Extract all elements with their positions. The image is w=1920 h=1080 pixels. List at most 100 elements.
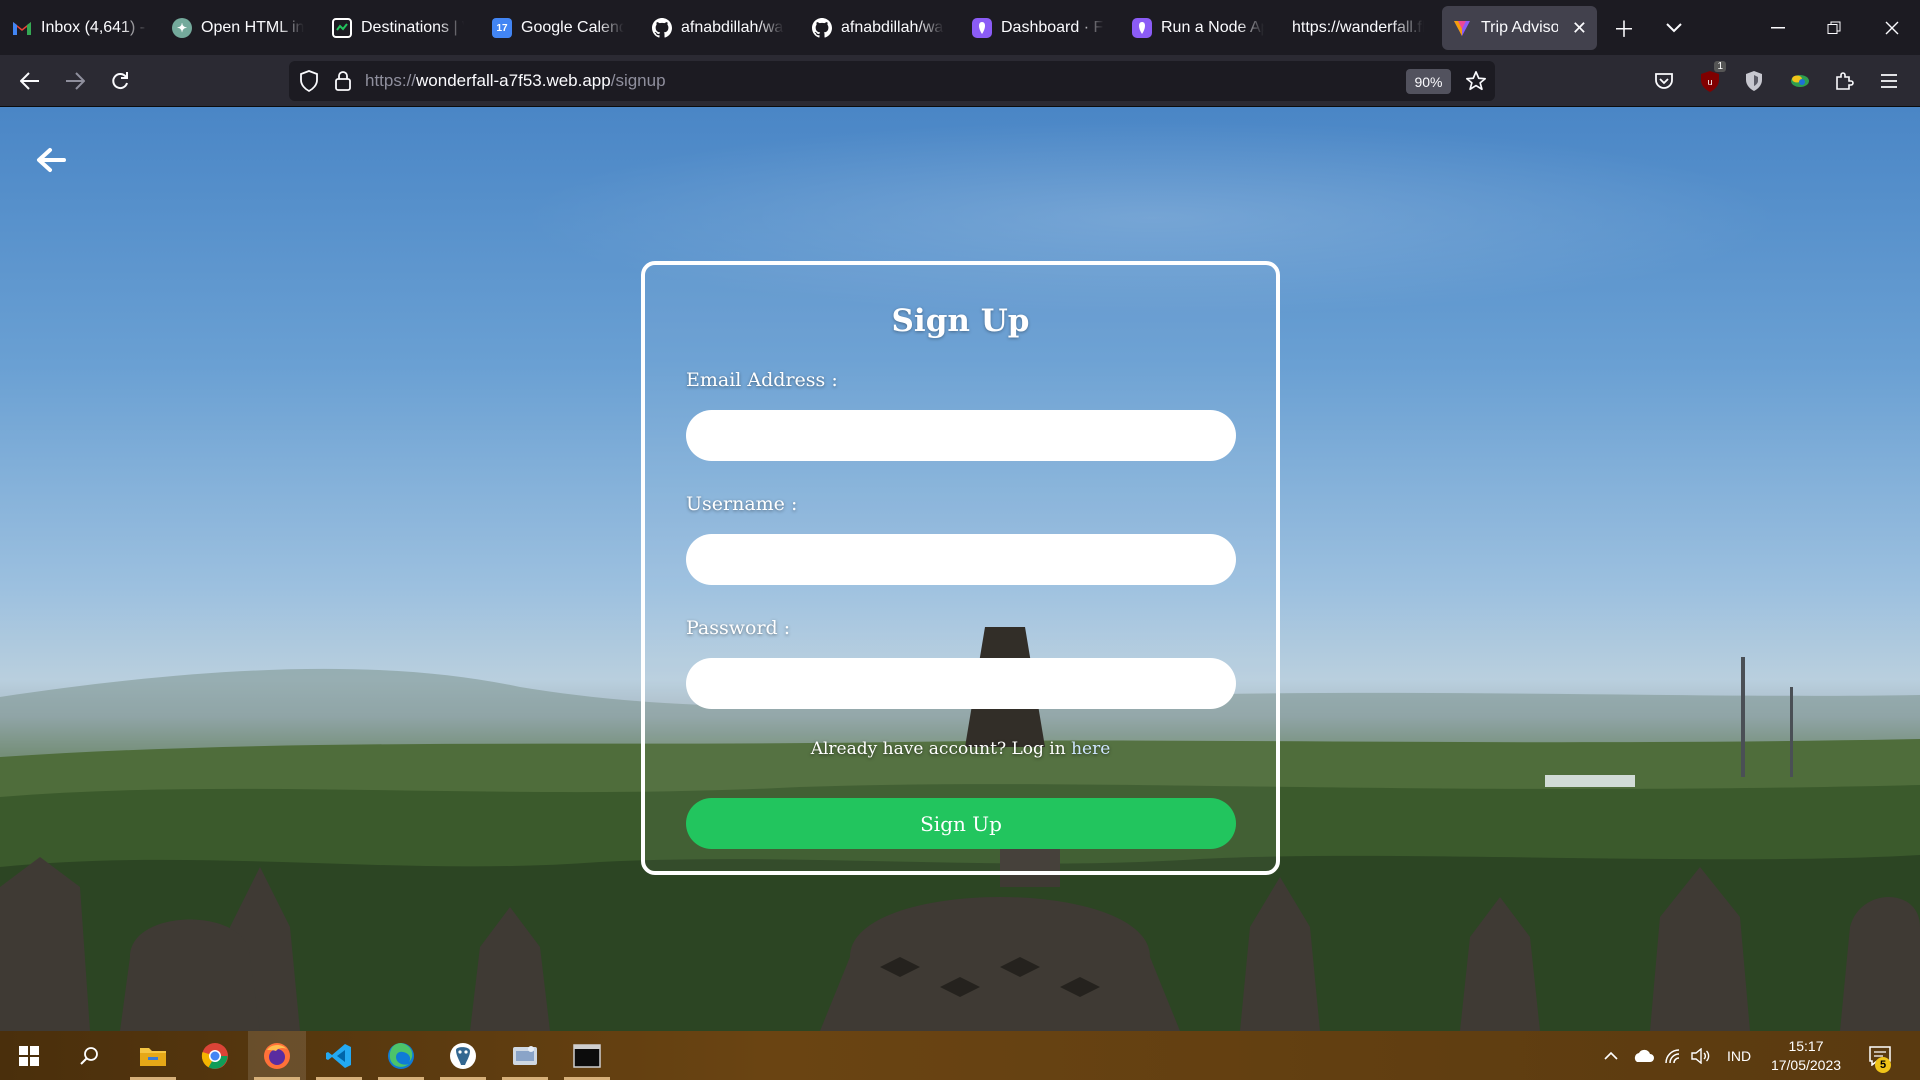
- zoom-level-badge[interactable]: 90%: [1406, 69, 1451, 94]
- restore-icon: [1827, 21, 1841, 34]
- email-field[interactable]: [686, 410, 1236, 461]
- ublock-origin-icon: u: [1701, 71, 1719, 92]
- tab-title: afnabdillah/wan: [841, 19, 944, 36]
- edge-icon: [388, 1042, 414, 1069]
- forward-button[interactable]: [57, 63, 93, 99]
- tab-fly-node-app[interactable]: Run a Node App: [1122, 6, 1274, 50]
- tracking-protection-shield-icon[interactable]: [297, 69, 321, 93]
- vscode-icon: [326, 1043, 351, 1068]
- pgadmin-button[interactable]: [434, 1031, 492, 1080]
- login-link[interactable]: here: [1071, 739, 1110, 759]
- firefox-icon: [264, 1042, 290, 1069]
- tab-github-2[interactable]: afnabdillah/wan: [802, 6, 954, 50]
- ublock-origin-button[interactable]: u 1: [1694, 61, 1726, 97]
- postgres-icon: [450, 1042, 476, 1069]
- app-icon: [332, 18, 352, 38]
- arrow-right-icon: [66, 72, 85, 90]
- puzzle-piece-icon: [1836, 72, 1854, 90]
- navigation-toolbar: https://wonderfall-a7f53.web.app/signup …: [0, 55, 1920, 107]
- url-host: wonderfall-a7f53.web.app: [416, 71, 611, 90]
- file-explorer-button[interactable]: [124, 1031, 182, 1080]
- pocket-button[interactable]: [1648, 65, 1680, 97]
- gmail-icon: [12, 18, 32, 38]
- close-tab-icon[interactable]: ✕: [1572, 18, 1587, 39]
- tab-fly-dashboard[interactable]: Dashboard · Fly: [962, 6, 1114, 50]
- clock[interactable]: 15:17 17/05/2023: [1768, 1037, 1844, 1075]
- tab-github-1[interactable]: afnabdillah/wan: [642, 6, 794, 50]
- password-label: Password :: [686, 617, 791, 639]
- login-prompt-text: Already have account? Log in: [810, 739, 1066, 759]
- tab-trip-advisor[interactable]: Trip Advisor ✕: [1442, 6, 1597, 50]
- app-menu-button[interactable]: [1873, 65, 1905, 97]
- signup-card: Sign Up Email Address : Username : Passw…: [641, 261, 1280, 875]
- username-field[interactable]: [686, 534, 1236, 585]
- extension-button[interactable]: [1784, 65, 1816, 97]
- tab-title: Trip Advisor: [1481, 19, 1558, 36]
- hamburger-menu-icon: [1881, 74, 1897, 88]
- vscode-button[interactable]: [310, 1031, 368, 1080]
- sign-up-button[interactable]: Sign Up: [686, 798, 1236, 849]
- minimize-icon: [1771, 26, 1785, 28]
- clock-date: 17/05/2023: [1770, 1057, 1842, 1073]
- tab-title: Open HTML in B: [201, 19, 304, 36]
- tab-title: afnabdillah/wan: [681, 19, 784, 36]
- app-icon: [513, 1045, 537, 1065]
- network-icon[interactable]: [1661, 1031, 1685, 1080]
- reload-button[interactable]: [102, 63, 138, 99]
- new-tab-button[interactable]: ＋: [1606, 10, 1642, 46]
- extensions-button[interactable]: [1828, 65, 1860, 97]
- colorful-extension-icon: [1791, 75, 1809, 87]
- start-button[interactable]: [0, 1031, 58, 1080]
- input-language[interactable]: IND: [1722, 1031, 1756, 1080]
- windows-start-icon: [19, 1045, 39, 1066]
- search-button[interactable]: [60, 1031, 118, 1080]
- tab-gmail[interactable]: Inbox (4,641) - a: [2, 6, 158, 50]
- close-window-button[interactable]: [1864, 0, 1920, 55]
- chrome-button[interactable]: [186, 1031, 244, 1080]
- calendar-icon: 17: [492, 18, 512, 38]
- password-field[interactable]: [686, 658, 1236, 709]
- tab-title: https://wanderfall.fly: [1292, 19, 1424, 36]
- tab-destinations[interactable]: Destinations | W: [322, 6, 474, 50]
- tab-wanderfall-fly[interactable]: https://wanderfall.fly: [1282, 6, 1434, 50]
- address-bar[interactable]: https://wonderfall-a7f53.web.app/signup …: [289, 61, 1495, 101]
- url-scheme: https://: [365, 71, 417, 90]
- username-label: Username :: [686, 493, 798, 515]
- github-icon: [812, 18, 832, 38]
- privacy-badger-button[interactable]: [1738, 65, 1770, 97]
- firefox-button[interactable]: [248, 1031, 306, 1080]
- terminal-button[interactable]: [558, 1031, 616, 1080]
- arrow-left-icon: [20, 72, 39, 90]
- chevron-down-icon: [1666, 23, 1682, 33]
- show-hidden-icons-button[interactable]: [1600, 1031, 1622, 1080]
- close-icon: [1885, 21, 1899, 34]
- restore-button[interactable]: [1806, 0, 1862, 55]
- onedrive-icon[interactable]: [1630, 1031, 1656, 1080]
- edge-button[interactable]: [372, 1031, 430, 1080]
- page-title: Sign Up: [891, 303, 1030, 339]
- back-arrow-icon[interactable]: [36, 147, 66, 177]
- back-button[interactable]: [12, 63, 48, 99]
- login-prompt: Already have account? Log in here: [645, 739, 1276, 759]
- bookmark-star-icon[interactable]: [1464, 69, 1488, 93]
- fly-icon: [972, 18, 992, 38]
- tab-strip: Inbox (4,641) - a ✦ Open HTML in B Desti…: [0, 0, 1920, 55]
- lock-icon[interactable]: [331, 69, 355, 93]
- tab-title: Dashboard · Fly: [1001, 19, 1104, 36]
- minimize-button[interactable]: [1750, 0, 1806, 55]
- svg-text:u: u: [1707, 77, 1712, 87]
- url-text[interactable]: https://wonderfall-a7f53.web.app/signup: [365, 71, 666, 91]
- ublock-count-badge: 1: [1714, 61, 1726, 72]
- fly-icon: [1132, 18, 1152, 38]
- clock-time: 15:17: [1788, 1038, 1824, 1054]
- tab-title: Google Calenda: [521, 19, 624, 36]
- list-all-tabs-button[interactable]: [1656, 10, 1692, 46]
- search-icon: [80, 1046, 98, 1065]
- shield-extension-icon: [1746, 71, 1762, 91]
- tab-chatgpt[interactable]: ✦ Open HTML in B: [162, 6, 314, 50]
- volume-icon[interactable]: [1689, 1031, 1713, 1080]
- app-button[interactable]: [496, 1031, 554, 1080]
- tab-google-calendar[interactable]: 17 Google Calenda: [482, 6, 634, 50]
- pocket-icon: [1655, 73, 1673, 89]
- chevron-up-icon: [1604, 1051, 1618, 1060]
